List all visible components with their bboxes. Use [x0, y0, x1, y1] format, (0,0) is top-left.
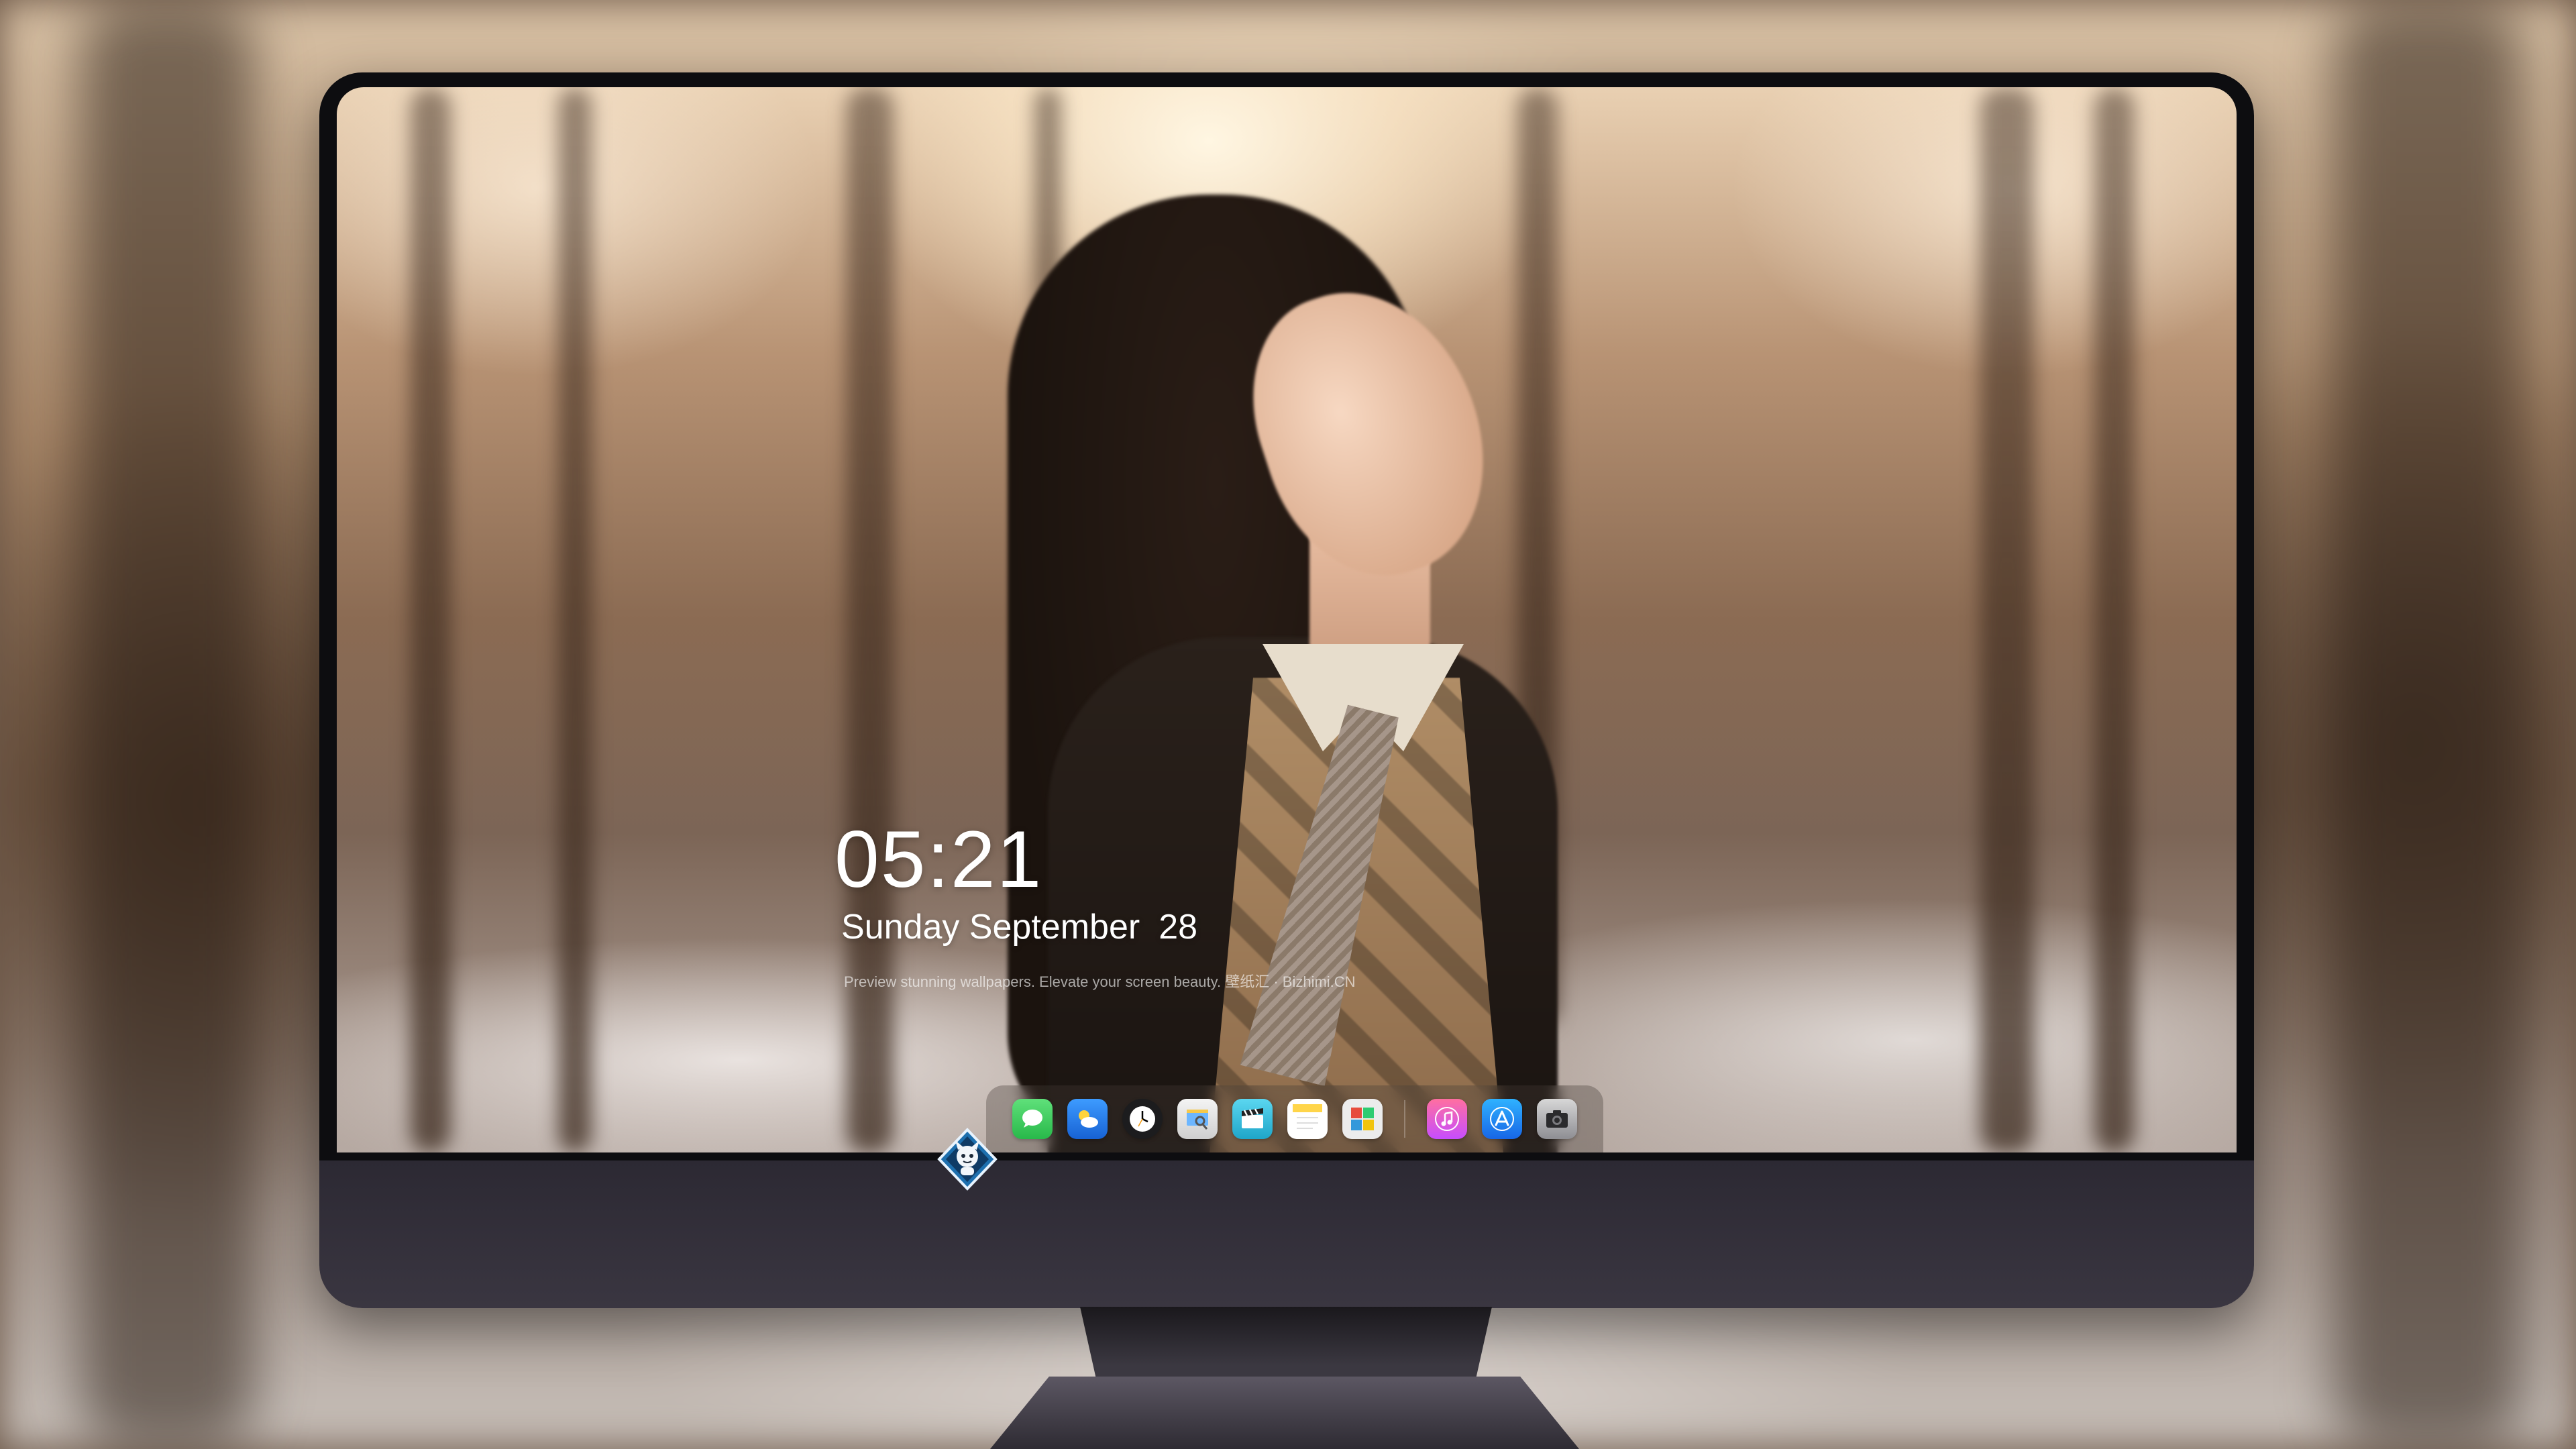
monitor-stand-neck — [1080, 1307, 1492, 1381]
wallpaper-tree — [1980, 87, 2034, 1152]
monitor-stand-base — [990, 1377, 1579, 1449]
preview-icon[interactable] — [1177, 1099, 1218, 1139]
lock-screen: 05:21 Sunday September 28 Preview stunnin… — [337, 87, 2237, 1152]
lock-date-number: 28 — [1159, 908, 1198, 947]
mascot-logo-icon — [937, 1128, 998, 1191]
dock — [986, 1085, 1603, 1152]
music-icon[interactable] — [1427, 1099, 1467, 1139]
lock-clock: 05:21 — [835, 814, 1043, 904]
messages-icon[interactable] — [1012, 1099, 1053, 1139]
background-tree — [2334, 0, 2522, 1449]
wallpaper-tree — [411, 87, 451, 1152]
lock-date-day: Sunday September — [841, 908, 1140, 947]
notes-icon[interactable] — [1287, 1099, 1328, 1139]
dock-separator — [1404, 1100, 1405, 1138]
camera-icon[interactable] — [1537, 1099, 1577, 1139]
clips-icon[interactable] — [1232, 1099, 1273, 1139]
weather-icon[interactable] — [1067, 1099, 1108, 1139]
photobooth-icon[interactable] — [1342, 1099, 1383, 1139]
lock-date: Sunday September 28 — [841, 907, 1197, 947]
wallpaper-tree — [558, 87, 592, 1152]
monitor: 05:21 Sunday September 28 Preview stunnin… — [319, 72, 2254, 1308]
wallpaper-tree — [847, 87, 894, 1152]
lock-caption: Preview stunning wallpapers. Elevate you… — [844, 973, 1356, 990]
clock-icon[interactable] — [1122, 1099, 1163, 1139]
wallpaper-tree — [2094, 87, 2135, 1152]
appstore-icon[interactable] — [1482, 1099, 1522, 1139]
background-tree — [80, 0, 255, 1449]
